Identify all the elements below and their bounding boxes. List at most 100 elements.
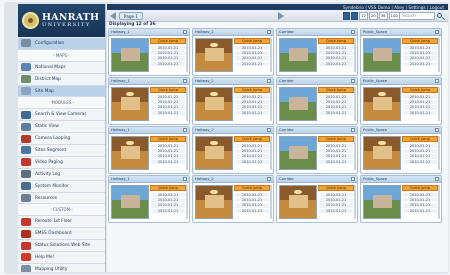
recording-date[interactable]: 2010-01-21 <box>403 61 437 67</box>
sidebar-item[interactable]: System Monitor <box>18 180 105 193</box>
card-scrollbar[interactable] <box>186 87 188 121</box>
view-size-button[interactable]: 36 <box>378 12 388 20</box>
quick-jump-button[interactable]: Quick Jump <box>318 38 354 44</box>
camera-card[interactable]: Hallway_2 Quick Jump 2010-01-21 2010-01-21 2… <box>192 77 274 125</box>
camera-select-checkbox[interactable] <box>267 79 271 83</box>
grid-view-icon[interactable] <box>343 12 350 20</box>
card-scrollbar[interactable] <box>186 38 188 72</box>
recording-date[interactable]: 2010-01-21 <box>235 61 269 67</box>
camera-thumbnail[interactable] <box>195 185 233 219</box>
camera-card[interactable]: Hallway_2 Quick Jump 2010-01-21 2010-01-21 2… <box>192 126 274 174</box>
quick-jump-button[interactable]: Quick Jump <box>234 38 270 44</box>
camera-select-checkbox[interactable] <box>435 128 439 132</box>
camera-card[interactable]: Corridor Quick Jump 2010-01-21 2010-01-21 20… <box>276 126 358 174</box>
camera-thumbnail[interactable] <box>279 38 317 72</box>
camera-thumbnail[interactable] <box>111 87 149 121</box>
previous-page-arrow-icon[interactable] <box>110 12 116 20</box>
camera-card[interactable]: Public_Space Quick Jump 2010-01-21 2010-01-… <box>360 126 442 174</box>
recording-date[interactable]: 2010-01-21 <box>403 159 437 165</box>
view-size-button[interactable]: 12 <box>359 12 368 20</box>
recording-date[interactable]: 2010-01-21 <box>151 208 185 214</box>
camera-thumbnail[interactable] <box>363 136 401 170</box>
camera-card[interactable]: Hallway_1 Quick Jump 2010-01-21 2010-01-21 2… <box>108 28 190 76</box>
camera-card[interactable]: Hallway_2 Quick Jump 2010-01-21 2010-01-21 2… <box>192 175 274 223</box>
camera-select-checkbox[interactable] <box>183 128 187 132</box>
camera-select-checkbox[interactable] <box>435 177 439 181</box>
card-scrollbar[interactable] <box>438 87 440 121</box>
sidebar-item[interactable]: Configuration <box>18 38 105 50</box>
camera-select-checkbox[interactable] <box>351 177 355 181</box>
camera-thumbnail[interactable] <box>279 136 317 170</box>
sidebar-item[interactable]: Site Map <box>18 85 105 98</box>
sidebar-item[interactable]: Search & View Cameras <box>18 109 105 122</box>
camera-thumbnail[interactable] <box>279 185 317 219</box>
card-scrollbar[interactable] <box>354 136 356 170</box>
camera-select-checkbox[interactable] <box>267 128 271 132</box>
camera-card[interactable]: Hallway_1 Quick Jump 2010-01-21 2010-01-21 2… <box>108 126 190 174</box>
camera-select-checkbox[interactable] <box>183 79 187 83</box>
camera-card[interactable]: Public_Space Quick Jump 2010-01-21 2010-01-… <box>360 28 442 76</box>
card-scrollbar[interactable] <box>186 136 188 170</box>
camera-thumbnail[interactable] <box>195 87 233 121</box>
sidebar-item[interactable]: Activity Log <box>18 168 105 181</box>
camera-card[interactable]: Hallway_2 Quick Jump 2010-01-21 2010-01-21 2… <box>192 28 274 76</box>
top-links[interactable]: Syndebrio | VSS Demo | Alley | Settings … <box>343 5 444 10</box>
recording-date[interactable]: 2010-01-21 <box>235 110 269 116</box>
search-input[interactable]: Search <box>399 12 435 20</box>
recording-date[interactable]: 2010-01-21 <box>403 110 437 116</box>
quick-jump-button[interactable]: Quick Jump <box>402 185 438 191</box>
quick-jump-button[interactable]: Quick Jump <box>234 87 270 93</box>
quick-jump-button[interactable]: Quick Jump <box>234 185 270 191</box>
page-indicator[interactable]: Page 1 <box>119 12 143 20</box>
recording-date[interactable]: 2010-01-21 <box>319 159 353 165</box>
grid-view-icon[interactable] <box>351 12 358 20</box>
camera-select-checkbox[interactable] <box>183 177 187 181</box>
camera-card[interactable]: Public_Space Quick Jump 2010-01-21 2010-01-… <box>360 77 442 125</box>
sidebar-item[interactable]: SMSS Dashboard <box>18 228 105 241</box>
quick-jump-button[interactable]: Quick Jump <box>318 87 354 93</box>
search-icon[interactable] <box>437 13 442 18</box>
camera-card[interactable]: Public_Space Quick Jump 2010-01-21 2010-01-… <box>360 175 442 223</box>
recording-date[interactable]: 2010-01-21 <box>319 110 353 116</box>
card-scrollbar[interactable] <box>354 38 356 72</box>
card-scrollbar[interactable] <box>354 185 356 219</box>
quick-jump-button[interactable]: Quick Jump <box>150 185 186 191</box>
recording-date[interactable]: 2010-01-21 <box>319 61 353 67</box>
camera-select-checkbox[interactable] <box>435 30 439 34</box>
recording-date[interactable]: 2010-01-21 <box>319 208 353 214</box>
camera-thumbnail[interactable] <box>111 136 149 170</box>
sidebar-item[interactable]: Help Me! <box>18 252 105 264</box>
quick-jump-button[interactable]: Quick Jump <box>234 136 270 142</box>
sidebar-item[interactable]: Static View <box>18 121 105 134</box>
card-scrollbar[interactable] <box>438 185 440 219</box>
quick-jump-button[interactable]: Quick Jump <box>150 136 186 142</box>
camera-select-checkbox[interactable] <box>183 30 187 34</box>
camera-card[interactable]: Hallway_1 Quick Jump 2010-01-21 2010-01-21 2… <box>108 77 190 125</box>
card-scrollbar[interactable] <box>186 185 188 219</box>
quick-jump-button[interactable]: Quick Jump <box>318 185 354 191</box>
card-scrollbar[interactable] <box>270 38 272 72</box>
sidebar-item[interactable]: Reroute 1st Floor <box>18 216 105 229</box>
recording-date[interactable]: 2010-01-21 <box>235 208 269 214</box>
camera-select-checkbox[interactable] <box>351 128 355 132</box>
camera-select-checkbox[interactable] <box>267 177 271 181</box>
camera-card[interactable]: Corridor Quick Jump 2010-01-21 2010-01-21 20… <box>276 28 358 76</box>
camera-card[interactable]: Hallway_1 Quick Jump 2010-01-21 2010-01-21 2… <box>108 175 190 223</box>
view-size-button[interactable]: 20 <box>368 12 378 20</box>
camera-select-checkbox[interactable] <box>351 30 355 34</box>
camera-thumbnail[interactable] <box>111 185 149 219</box>
sidebar-item[interactable]: National Maps <box>18 61 105 74</box>
camera-thumbnail[interactable] <box>195 38 233 72</box>
card-scrollbar[interactable] <box>354 87 356 121</box>
camera-select-checkbox[interactable] <box>267 30 271 34</box>
sidebar-item[interactable]: Resources <box>18 192 105 205</box>
camera-select-checkbox[interactable] <box>351 79 355 83</box>
card-scrollbar[interactable] <box>438 38 440 72</box>
camera-thumbnail[interactable] <box>111 38 149 72</box>
card-scrollbar[interactable] <box>270 87 272 121</box>
quick-jump-button[interactable]: Quick Jump <box>150 87 186 93</box>
camera-select-checkbox[interactable] <box>435 79 439 83</box>
camera-thumbnail[interactable] <box>363 38 401 72</box>
quick-jump-button[interactable]: Quick Jump <box>318 136 354 142</box>
sidebar-item[interactable]: District Map <box>18 73 105 86</box>
